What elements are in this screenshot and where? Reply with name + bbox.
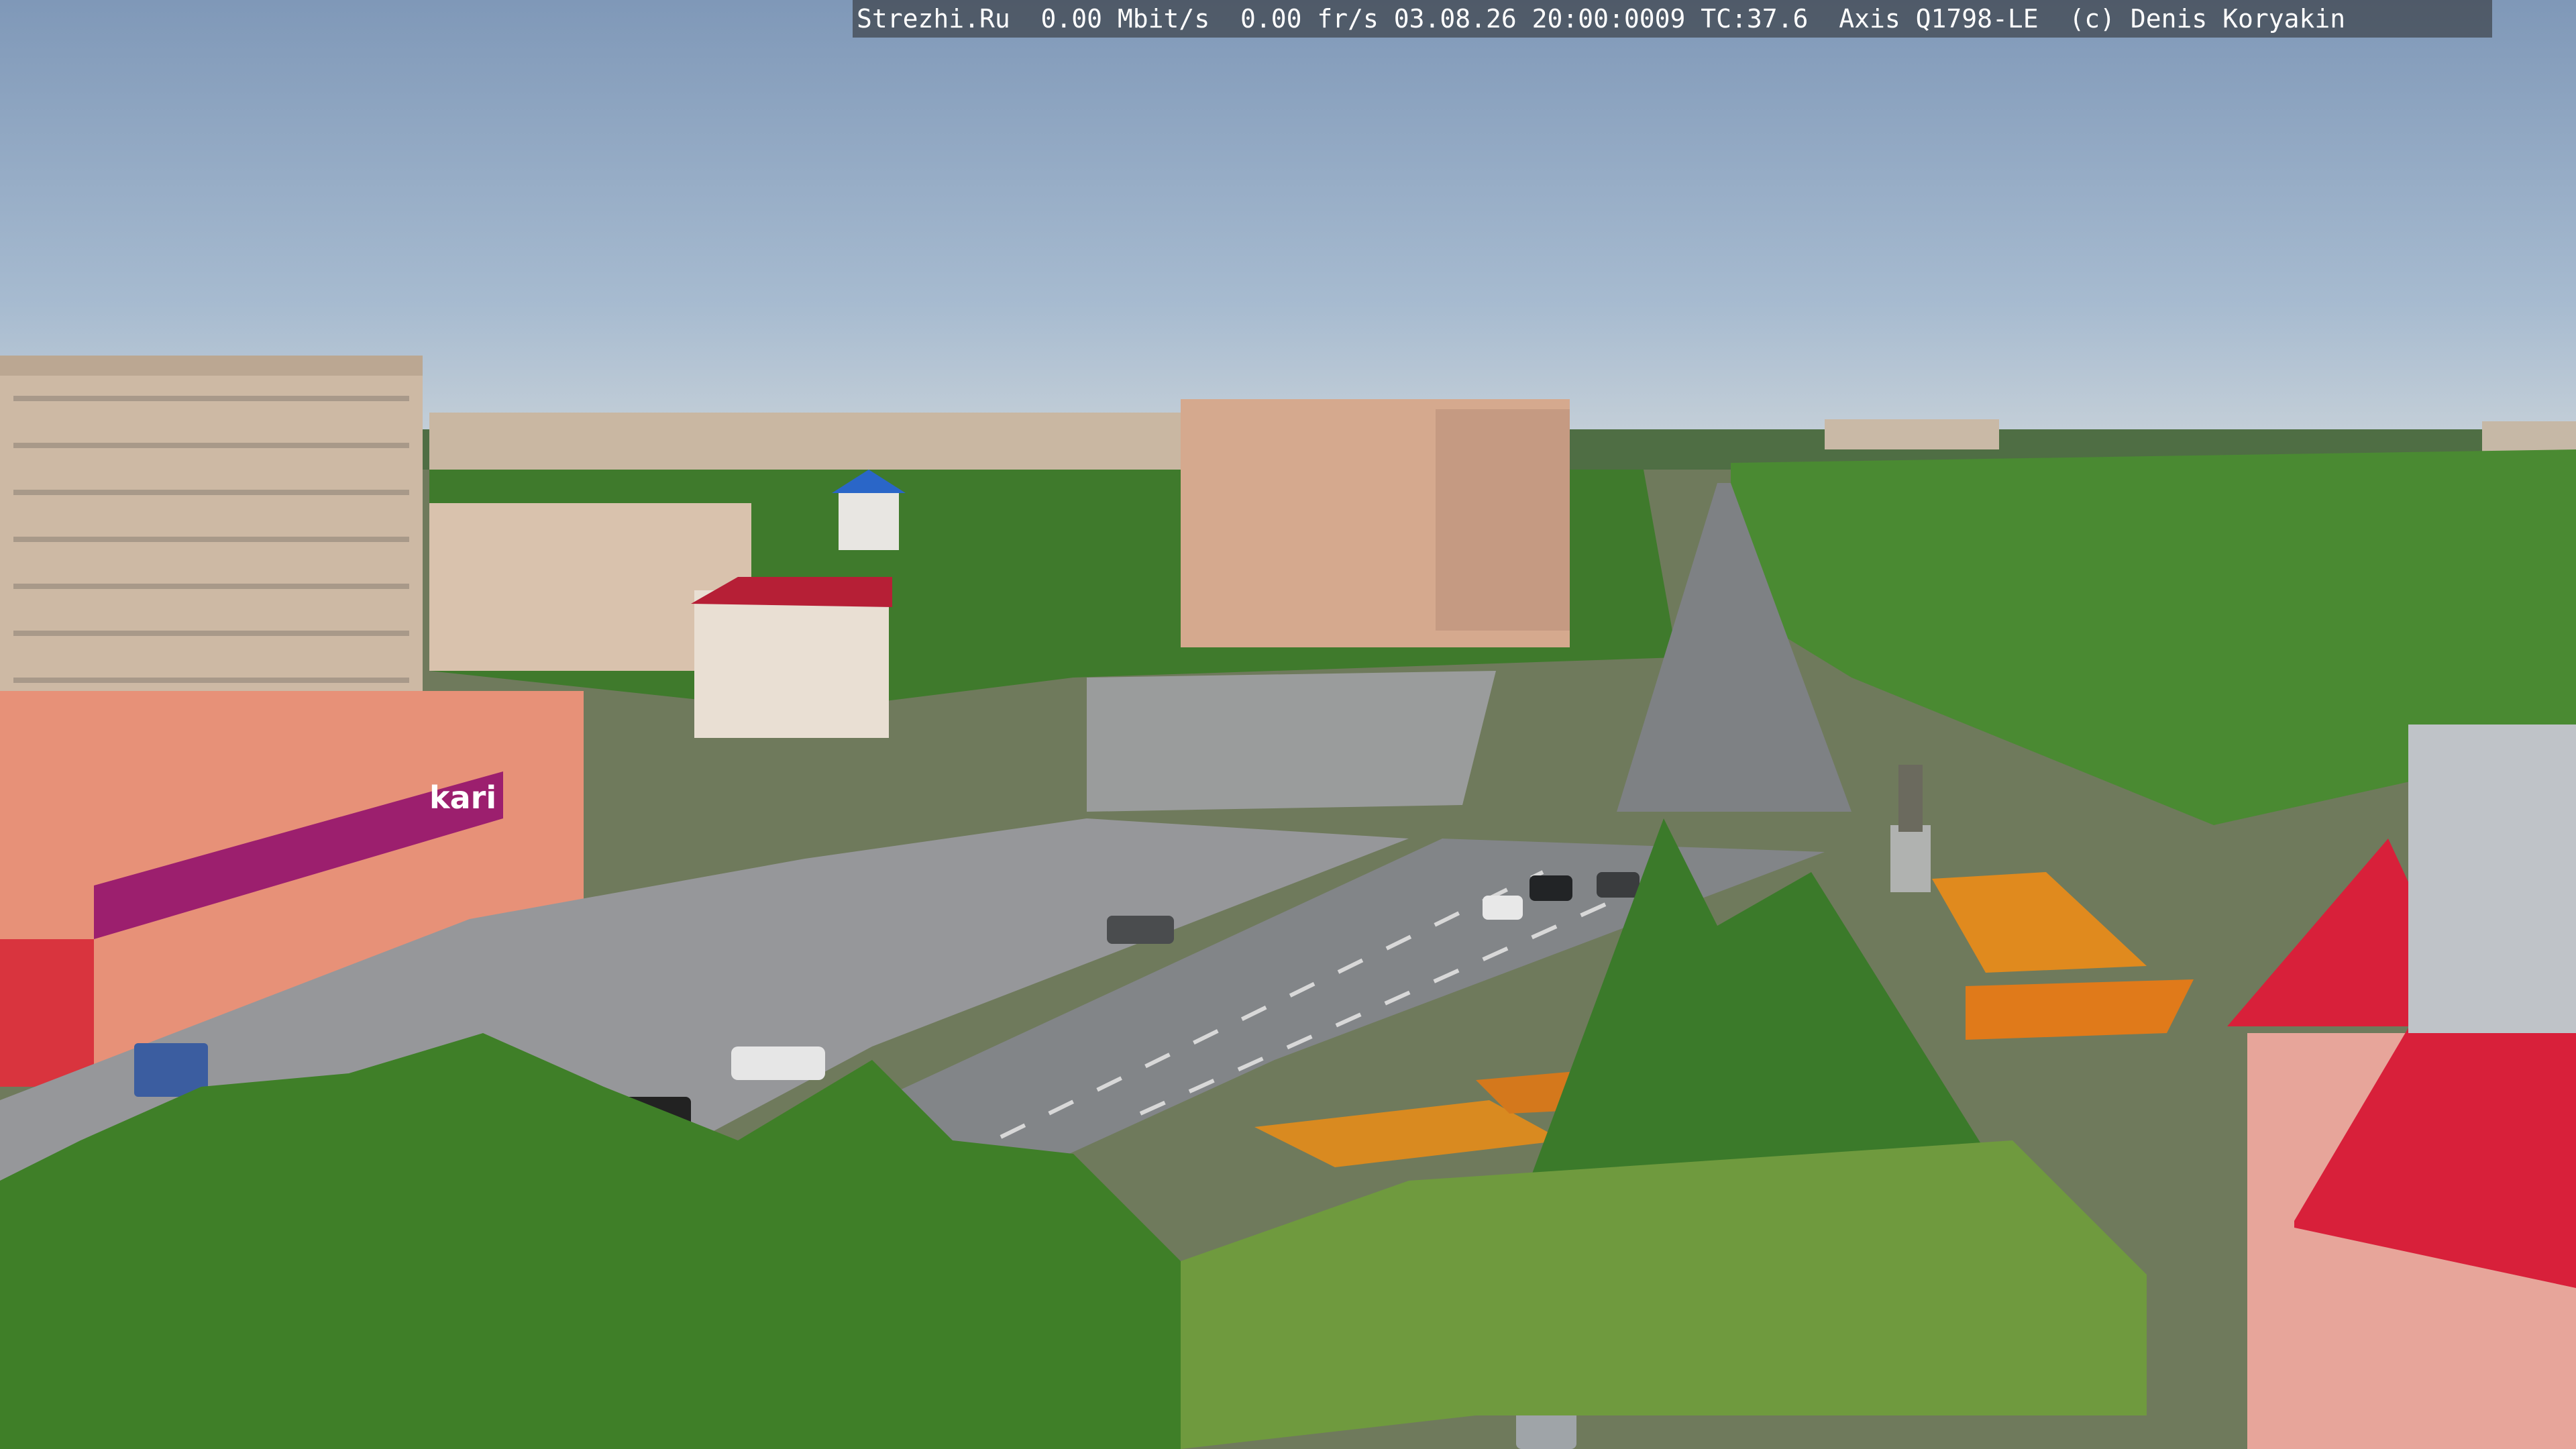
store-sign: kari (429, 780, 496, 816)
plaza (1087, 671, 1496, 812)
red-roof-house (691, 577, 892, 738)
webcam-city-view: kari (0, 0, 2576, 1449)
apartment-center (1181, 399, 1570, 647)
camera-info-overlay: Strezhi.Ru 0.00 Mbit/s 0.00 fr/s 03.08.2… (853, 0, 2492, 38)
